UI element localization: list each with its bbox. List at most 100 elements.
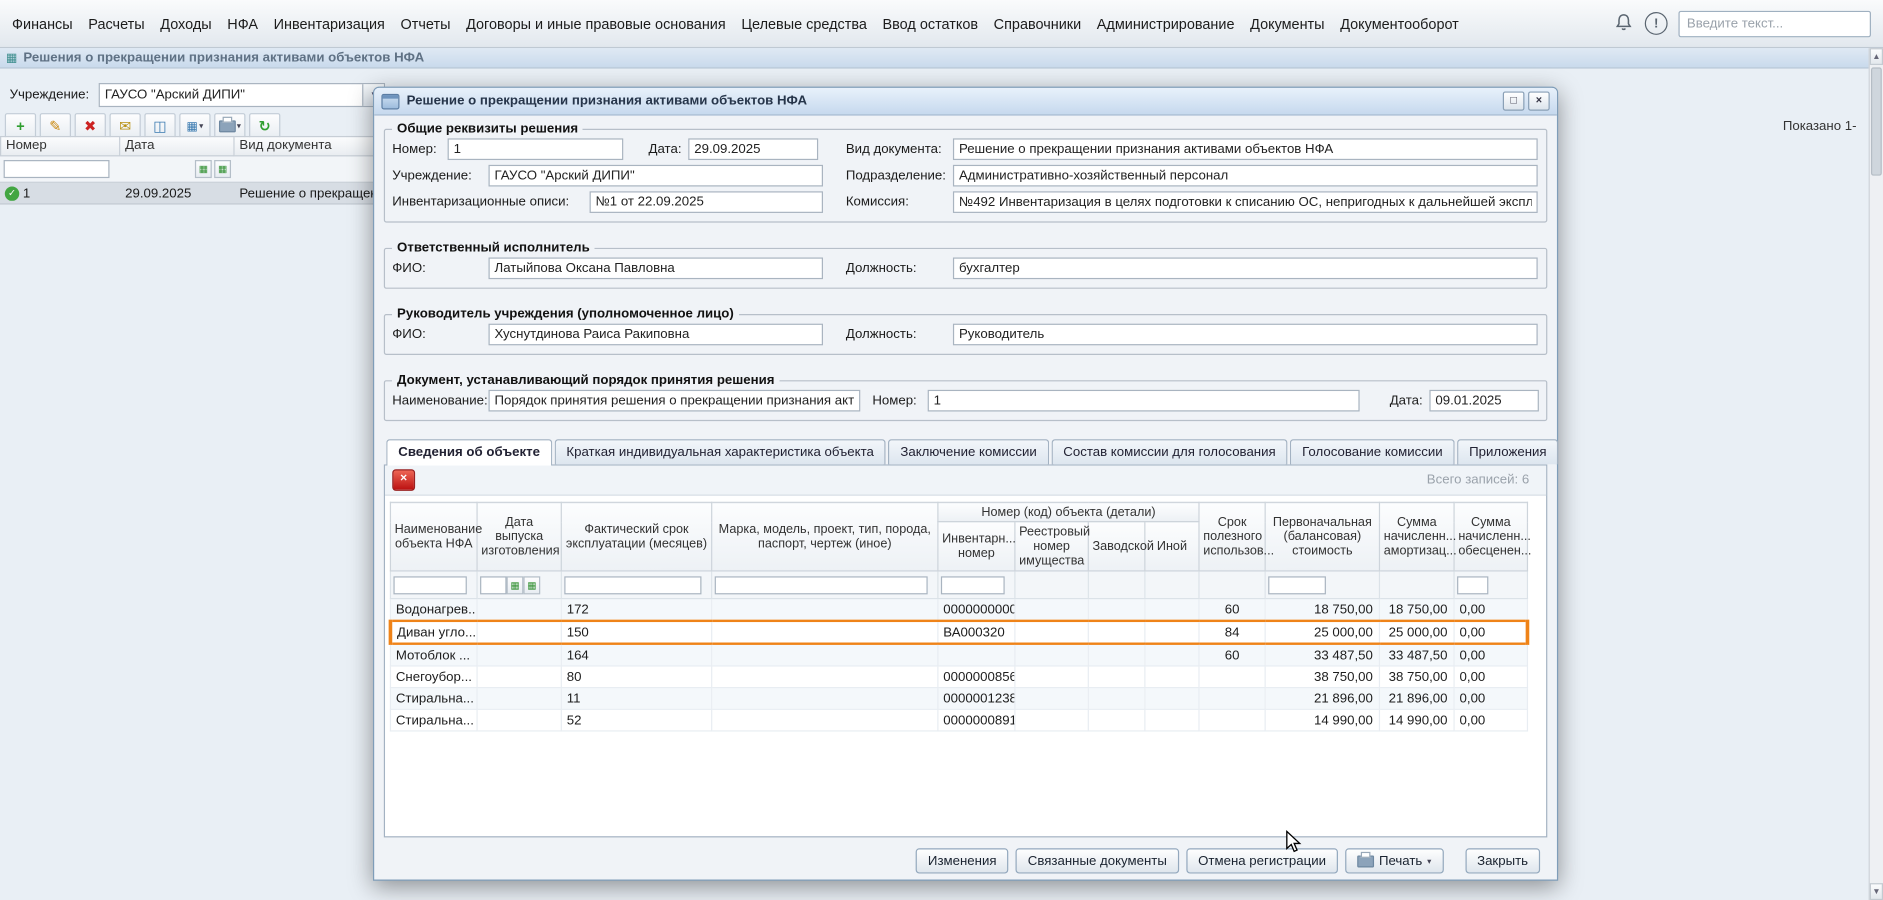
object-row[interactable]: Мотоблок ... 164 60 33 487,50 33 4 xyxy=(390,644,1527,666)
doctype-field[interactable] xyxy=(953,138,1538,160)
filter-impairment-input[interactable] xyxy=(1457,576,1488,594)
commission-field[interactable] xyxy=(953,191,1538,213)
menu-item[interactable]: Инвентаризация xyxy=(274,15,385,32)
cell-depreciation: 14 990,00 xyxy=(1380,709,1455,731)
filter-date-from-calendar-button[interactable]: ▦ xyxy=(507,576,524,594)
order-number-field[interactable] xyxy=(928,390,1360,412)
decision-dialog: Решение о прекращении признания активами… xyxy=(373,87,1558,881)
column-header-date[interactable]: Дата xyxy=(120,136,234,156)
object-row[interactable]: Водонагрев... 172 0000000000... 60 18 75… xyxy=(390,599,1527,621)
filter-brand-input[interactable] xyxy=(715,576,928,594)
printer-icon xyxy=(219,120,236,132)
menu-item[interactable]: Документооборот xyxy=(1340,15,1459,32)
tab-attachments[interactable]: Приложения xyxy=(1457,439,1559,464)
cell-brand xyxy=(712,644,938,666)
print-button[interactable]: Печать▾ xyxy=(1345,848,1443,873)
executor-fio-field[interactable] xyxy=(488,257,822,279)
menu-item[interactable]: Справочники xyxy=(994,15,1081,32)
cell-impairment: 0,00 xyxy=(1454,621,1527,644)
alert-icon[interactable]: ! xyxy=(1645,12,1668,35)
menu-item[interactable]: Финансы xyxy=(12,15,73,32)
filter-name-input[interactable] xyxy=(393,576,466,594)
delete-row-button[interactable]: × xyxy=(392,469,415,491)
col-header-initial-cost[interactable]: Первоначальная (балансовая) стоимость xyxy=(1265,502,1379,571)
date-from-calendar-button[interactable]: ▦ xyxy=(195,160,212,178)
col-header-factory-number[interactable]: Заводской xyxy=(1088,522,1145,571)
filter-term-input[interactable] xyxy=(564,576,701,594)
filter-date-to-calendar-button[interactable]: ▦ xyxy=(523,576,540,594)
col-header-name[interactable]: Наименование объекта НФА xyxy=(390,502,477,571)
object-row[interactable]: Снегоубор... 80 0000000856 38 750,00 xyxy=(390,666,1527,688)
executor-position-field[interactable] xyxy=(953,257,1538,279)
search-input[interactable] xyxy=(1678,10,1871,36)
dialog-titlebar[interactable]: Решение о прекращении признания активами… xyxy=(374,88,1557,116)
col-header-useful-life[interactable]: Срок полезного использов... xyxy=(1199,502,1265,571)
cell-impairment: 0,00 xyxy=(1454,599,1527,621)
institution-label: Учреждение: xyxy=(392,168,472,182)
order-name-field[interactable] xyxy=(488,390,860,412)
bell-icon[interactable] xyxy=(1613,11,1633,35)
page-titlebar: ▦ Решения о прекращении признания актива… xyxy=(0,48,1869,68)
menu-item[interactable]: Доходы xyxy=(160,15,211,32)
scroll-up-button[interactable]: ▲ xyxy=(1870,48,1883,65)
menu-item[interactable]: Целевые средства xyxy=(741,15,867,32)
inventory-lists-field[interactable] xyxy=(590,191,823,213)
menu-item[interactable]: Договоры и иные правовые основания xyxy=(466,15,726,32)
col-header-depreciation[interactable]: Сумма начисленн... амортизац... xyxy=(1380,502,1455,571)
object-row[interactable]: Стиральна... 52 0000000891 14 990,00 xyxy=(390,709,1527,731)
col-header-actual-term[interactable]: Фактический срок эксплуатации (месяцев) xyxy=(561,502,711,571)
institution-combo[interactable]: ГАУСО "Арский ДИПИ" ▼ xyxy=(99,83,385,107)
filter-date-input[interactable] xyxy=(480,576,506,594)
institution-field[interactable] xyxy=(488,165,822,187)
cell-other-number xyxy=(1145,709,1199,731)
filter-cost-input[interactable] xyxy=(1268,576,1326,594)
head-position-field[interactable] xyxy=(953,324,1538,346)
tab-commission-voting[interactable]: Голосование комиссии xyxy=(1290,439,1455,464)
close-icon[interactable]: × xyxy=(1528,91,1550,110)
menu-item[interactable]: Документы xyxy=(1250,15,1324,32)
close-button[interactable]: Закрыть xyxy=(1465,848,1540,873)
changes-button[interactable]: Изменения xyxy=(916,848,1009,873)
cell-useful-life: 60 xyxy=(1199,644,1265,666)
vertical-scrollbar[interactable]: ▲ ▼ xyxy=(1869,48,1883,900)
related-documents-button[interactable]: Связанные документы xyxy=(1016,848,1179,873)
number-field[interactable] xyxy=(448,138,624,160)
cell-release-date xyxy=(477,709,561,731)
col-header-registry-number[interactable]: Реестровый номер имущества xyxy=(1015,522,1088,571)
caret-down-icon: ▾ xyxy=(237,122,241,132)
tab-commission-conclusion[interactable]: Заключение комиссии xyxy=(888,439,1049,464)
scroll-thumb[interactable] xyxy=(1871,67,1882,175)
menu-item[interactable]: Отчеты xyxy=(401,15,451,32)
filter-inventory-input[interactable] xyxy=(941,576,1005,594)
cancel-registration-button[interactable]: Отмена регистрации xyxy=(1186,848,1338,873)
date-to-calendar-button[interactable]: ▦ xyxy=(214,160,231,178)
cell-depreciation: 25 000,00 xyxy=(1380,621,1455,644)
department-field[interactable] xyxy=(953,165,1538,187)
menu-item[interactable]: Администрирование xyxy=(1097,15,1235,32)
order-date-field[interactable] xyxy=(1429,390,1538,412)
head-fio-field[interactable] xyxy=(488,324,822,346)
cell-actual-term: 172 xyxy=(561,599,711,621)
date-field[interactable] xyxy=(688,138,818,160)
document-row[interactable]: ✓ 1 29.09.2025 Решение о прекращени xyxy=(0,183,416,205)
scroll-down-button[interactable]: ▼ xyxy=(1870,883,1883,900)
department-label: Подразделение: xyxy=(846,168,946,182)
menu-item[interactable]: Расчеты xyxy=(88,15,144,32)
menu-item[interactable]: Ввод остатков xyxy=(883,15,979,32)
bg-filter-number-input[interactable] xyxy=(4,160,110,178)
col-header-inventory-number[interactable]: Инвентарн... номер xyxy=(938,522,1015,571)
cell-impairment: 0,00 xyxy=(1454,644,1527,666)
col-header-impairment[interactable]: Сумма начисленн... обесценен... xyxy=(1454,502,1527,571)
tab-object-info[interactable]: Сведения об объекте xyxy=(386,439,552,465)
col-header-release-date[interactable]: Дата выпуска изготовления xyxy=(477,502,561,571)
col-header-brand[interactable]: Марка, модель, проект, тип, порода, пасп… xyxy=(712,502,938,571)
tab-brief-characteristic[interactable]: Краткая индивидуальная характеристика об… xyxy=(554,439,886,464)
maximize-button[interactable]: □ xyxy=(1503,91,1525,110)
tab-commission-members[interactable]: Состав комиссии для голосования xyxy=(1051,439,1287,464)
menu-item[interactable]: НФА xyxy=(227,15,258,32)
object-row[interactable]: Стиральна... 11 0000001238 21 896,00 xyxy=(390,688,1527,710)
doctype-label: Вид документа: xyxy=(846,142,942,156)
object-row[interactable]: Диван угло... 150 ВА000320 84 25 000,00 xyxy=(390,621,1527,644)
column-header-number[interactable]: Номер xyxy=(0,136,120,156)
cell-registry-number xyxy=(1015,688,1088,710)
